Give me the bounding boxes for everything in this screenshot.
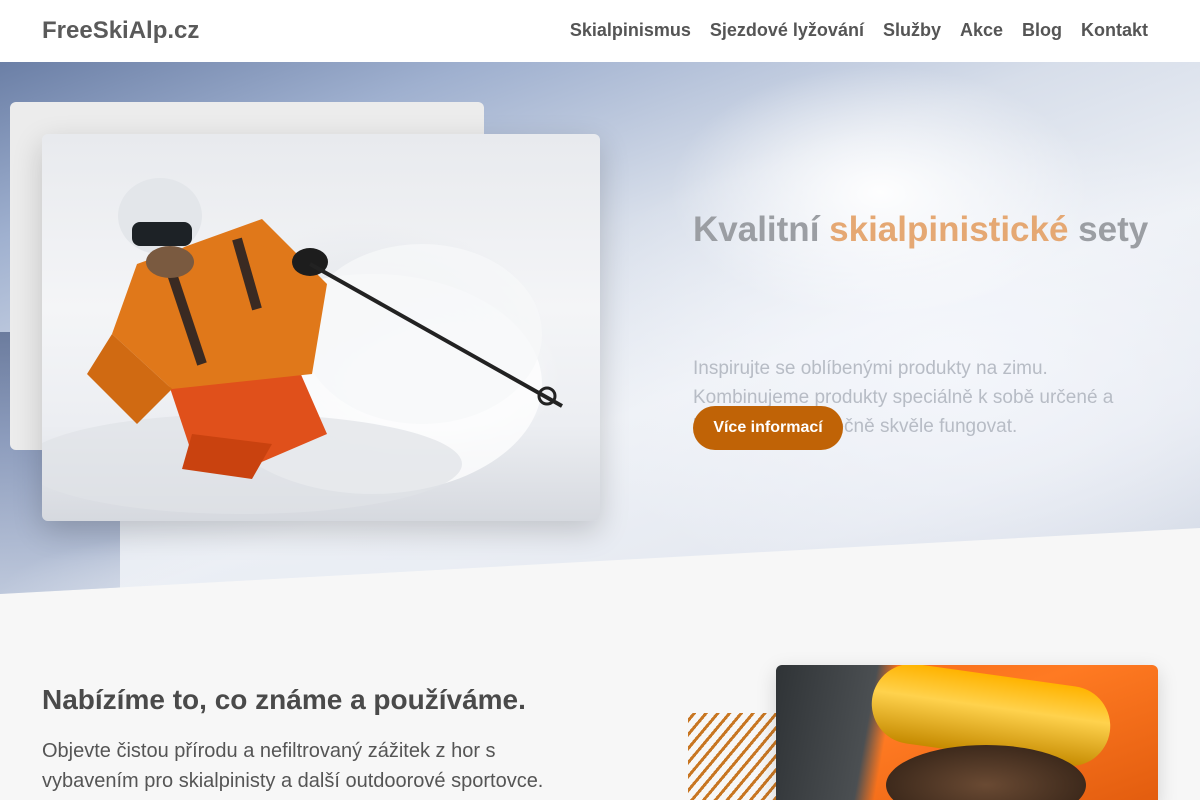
section-title: Nabízíme to, co známe a používáme. [42, 684, 526, 715]
hero-section: Kvalitní skialpinistické sety Inspirujte… [0, 62, 1200, 594]
skier-illustration [42, 178, 563, 514]
nav-item-akce[interactable]: Akce [960, 20, 1003, 41]
hero-title-part1: Kvalitní [693, 210, 830, 249]
brand-logo[interactable]: FreeSkiAlp.cz [42, 17, 199, 45]
nav-item-sjezdove-lyzovani[interactable]: Sjezdové lyžování [710, 20, 864, 41]
section-description: Objevte čistou přírodu a nefiltrovaný zá… [42, 740, 544, 792]
skier-photo [42, 134, 600, 521]
nav-item-skialpinismus[interactable]: Skialpinismus [570, 20, 691, 41]
nav-item-blog[interactable]: Blog [1022, 20, 1062, 41]
decorative-stripes [688, 713, 784, 800]
hero-title-accent: skialpinistické [829, 210, 1069, 249]
hero-title-part2: sety [1068, 210, 1149, 249]
nav-item-kontakt[interactable]: Kontakt [1081, 20, 1148, 41]
goggles-photo [776, 665, 1158, 800]
hero-title: Kvalitní skialpinistické sety [693, 210, 1148, 250]
main-nav: Skialpinismus Sjezdové lyžování Služby A… [551, 20, 1148, 41]
more-info-button[interactable]: Více informací [693, 406, 843, 450]
site-header: FreeSkiAlp.cz Skialpinismus Sjezdové lyž… [0, 0, 1200, 62]
nav-item-sluzby[interactable]: Služby [883, 20, 941, 41]
